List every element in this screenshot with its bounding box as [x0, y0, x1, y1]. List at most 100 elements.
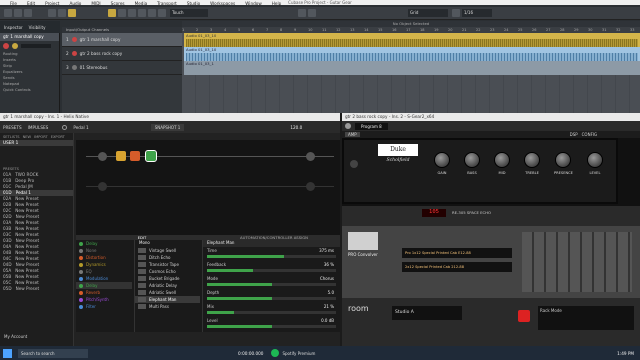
record-icon[interactable]: [518, 310, 530, 322]
taskbar-search[interactable]: Search to search: [18, 348, 88, 358]
track-row[interactable]: 1 gtr 1 marshall copy: [62, 33, 182, 47]
parameter-slider[interactable]: [207, 297, 336, 300]
inspector-toggle-icon[interactable]: [4, 9, 12, 17]
block-delay[interactable]: [145, 150, 157, 162]
tab-impulses[interactable]: IMPULSES: [28, 125, 49, 130]
tab-amp[interactable]: AMP: [345, 132, 360, 137]
zoom-icon[interactable]: [158, 9, 166, 17]
solo-icon[interactable]: [58, 9, 66, 17]
parameter-slider[interactable]: [207, 311, 336, 314]
tab-config[interactable]: CONFIG: [582, 132, 598, 137]
eq-bank[interactable]: [522, 232, 632, 292]
new-button[interactable]: NEW: [23, 135, 32, 139]
write-icon[interactable]: [68, 9, 76, 17]
spotify-icon[interactable]: [271, 349, 280, 357]
category-item[interactable]: Pitch/Synth: [76, 296, 132, 303]
menu-studio[interactable]: Studio: [187, 0, 200, 7]
parameter-slider[interactable]: [207, 283, 336, 286]
amp-knob[interactable]: GAIN: [434, 152, 450, 175]
erase-icon[interactable]: [148, 9, 156, 17]
menu-edit[interactable]: Edit: [27, 0, 35, 7]
parameter-slider[interactable]: [207, 255, 336, 258]
category-item[interactable]: Delay: [76, 240, 132, 247]
audio-clip[interactable]: Audio 01_03_10: [184, 47, 640, 61]
category-item[interactable]: EQ: [76, 268, 132, 275]
effect-item[interactable]: Elephant Man: [135, 296, 200, 303]
spotify-label[interactable]: Spotify Premium: [282, 351, 315, 356]
grid-select[interactable]: Grid: [408, 9, 448, 17]
glue-icon[interactable]: [138, 9, 146, 17]
category-item[interactable]: Delay: [76, 282, 132, 289]
effect-item[interactable]: Cosmos Echo: [135, 268, 200, 275]
tab-dsp[interactable]: DSP: [570, 132, 578, 137]
parameter-row[interactable]: Time 375 ms: [203, 247, 340, 261]
snap-icon[interactable]: [452, 9, 460, 17]
range-icon[interactable]: [118, 9, 126, 17]
amp-knob[interactable]: MID: [494, 152, 510, 175]
track-row[interactable]: 3 01 Stereobus: [62, 61, 182, 75]
quantize-select[interactable]: 1/16: [462, 9, 492, 17]
export-button[interactable]: EXPORT: [51, 135, 65, 139]
effect-item[interactable]: Vintage Swell: [135, 247, 200, 254]
my-account-link[interactable]: My Account: [0, 334, 74, 342]
menu-help[interactable]: Help: [272, 0, 282, 7]
program-select[interactable]: Program 8: [355, 122, 388, 130]
category-item[interactable]: Filter: [76, 303, 132, 310]
power-icon[interactable]: [345, 123, 351, 129]
parameter-slider[interactable]: [207, 325, 336, 328]
preset-name[interactable]: Pedal 1: [73, 125, 88, 130]
tab-visibility[interactable]: Visibility: [29, 25, 46, 30]
power-icon[interactable]: [62, 124, 68, 130]
left-zone-icon[interactable]: [14, 9, 22, 17]
category-item[interactable]: Reverb: [76, 289, 132, 296]
output-icon[interactable]: [306, 152, 315, 161]
track-row[interactable]: 2 gtr 2 bass rock copy: [62, 47, 182, 61]
menu-window[interactable]: Window: [245, 0, 262, 7]
menu-midi[interactable]: MIDI: [91, 0, 100, 7]
mode-select[interactable]: Mono: [135, 240, 200, 247]
output-icon[interactable]: [306, 182, 315, 191]
mute-icon[interactable]: [71, 65, 77, 70]
mute-icon[interactable]: [48, 9, 56, 17]
effect-item[interactable]: Adriatic Delay: [135, 282, 200, 289]
record-icon[interactable]: [71, 51, 77, 56]
amp-knob[interactable]: BASS: [464, 152, 480, 175]
touch-mode-select[interactable]: Touch: [170, 9, 208, 17]
menu-transport[interactable]: Transport: [157, 0, 177, 7]
effect-item[interactable]: Adriatic Swell: [135, 289, 200, 296]
menu-audio[interactable]: Audio: [69, 0, 81, 7]
amp-knob[interactable]: TREBLE: [524, 152, 540, 175]
block-wah[interactable]: [116, 151, 126, 161]
lower-zone-icon[interactable]: [24, 9, 32, 17]
empty-arrange-area[interactable]: [182, 75, 640, 113]
cab-slot-1[interactable]: Pro 1x12 Special Printed Cab E12-88: [402, 248, 512, 258]
input-icon[interactable]: [98, 182, 107, 191]
menu-workspaces[interactable]: Workspaces: [210, 0, 235, 7]
inspector-track-name[interactable]: gtr 1 marshall copy: [0, 33, 59, 41]
effect-item[interactable]: Transistor Tape: [135, 261, 200, 268]
object-select-icon[interactable]: [108, 9, 116, 17]
parameter-row[interactable]: Feedback 36 %: [203, 261, 340, 275]
tab-inspector[interactable]: Inspector: [4, 25, 23, 30]
block-distortion[interactable]: [130, 151, 140, 161]
cab-slot-2[interactable]: 2x12 Special Printed Cab 212-88: [402, 262, 512, 272]
record-icon[interactable]: [71, 37, 77, 42]
snapshot-select[interactable]: SNAPSHOT 1: [150, 123, 185, 131]
tempo-readout[interactable]: 120.0: [290, 125, 302, 130]
volume-fader[interactable]: [21, 44, 51, 48]
category-item[interactable]: Dynamics: [76, 261, 132, 268]
import-button[interactable]: IMPORT: [34, 135, 48, 139]
record-icon[interactable]: [308, 9, 316, 17]
parameter-row[interactable]: Level 0.0 dB: [203, 317, 340, 331]
input-icon[interactable]: [98, 152, 107, 161]
parameter-slider[interactable]: [207, 269, 336, 272]
cycle-icon[interactable]: [298, 9, 306, 17]
menu-file[interactable]: File: [10, 0, 17, 7]
effect-item[interactable]: Ditch Echo: [135, 254, 200, 261]
split-icon[interactable]: [128, 9, 136, 17]
windows-start-icon[interactable]: [3, 348, 12, 358]
record-enable-icon[interactable]: [3, 43, 9, 49]
amp-knob[interactable]: PRESENCE: [554, 152, 573, 175]
tab-presets[interactable]: PRESETS: [3, 125, 22, 130]
amp-knob[interactable]: LEVEL: [586, 152, 603, 175]
